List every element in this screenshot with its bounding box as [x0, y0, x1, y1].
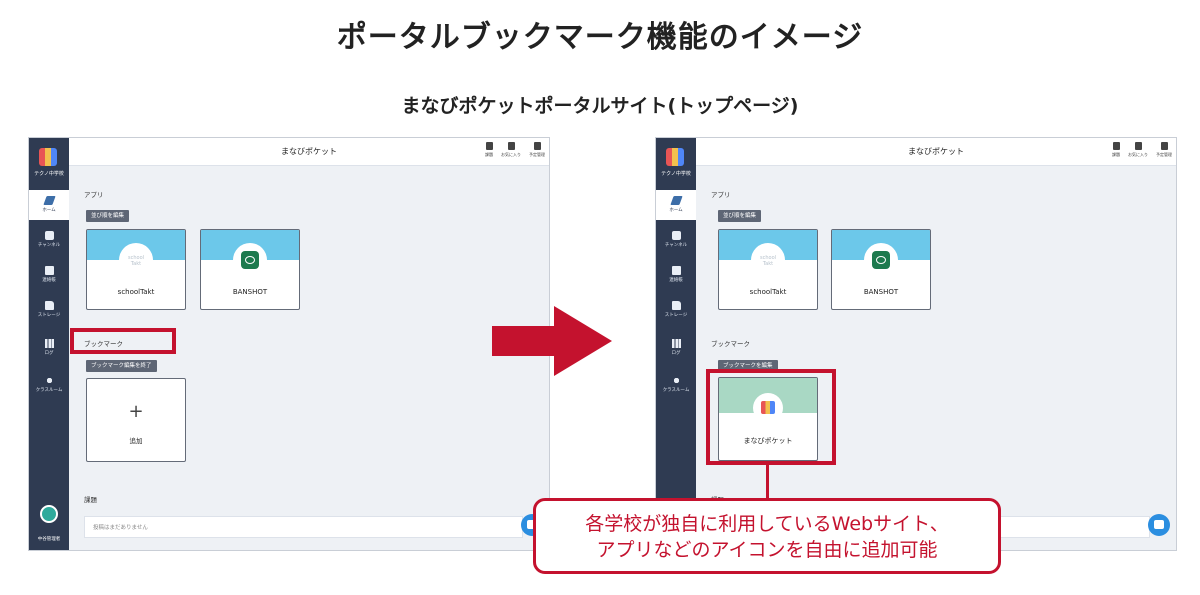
document-icon [44, 266, 54, 275]
app-card-schooltakt[interactable]: school Takt schoolTakt [718, 229, 818, 310]
folder-icon [671, 301, 681, 310]
sidebar-item-home[interactable]: ホーム [29, 190, 69, 220]
add-bookmark-button[interactable]: + 追加 [86, 378, 186, 462]
folder-icon [44, 301, 54, 310]
bookmark-icon [507, 142, 515, 150]
callout-line-2: アプリなどのアイコンを自由に追加可能 [596, 539, 938, 561]
school-logo-icon [666, 148, 684, 166]
sidebar-item-channel[interactable]: チャンネル [29, 225, 69, 255]
right-arrow-icon [492, 306, 612, 376]
favorites-button[interactable]: お気に入り [1128, 142, 1148, 158]
classroom-icon [44, 376, 54, 385]
bookmark-item-highlight-box [706, 369, 836, 465]
schooltakt-logo-icon: school Takt [127, 255, 145, 267]
plus-icon: + [128, 401, 144, 422]
sidebar-item-contact[interactable]: 連絡帳 [29, 260, 69, 290]
header-title: まなびポケット [908, 147, 964, 156]
sidebar-item-log[interactable]: ログ [656, 333, 696, 363]
header: まなびポケット 課題 お気に入り 予定管理 [696, 138, 1176, 166]
apps-heading: アプリ [84, 191, 104, 199]
portal-screen-after: テクノ中学校 ホーム チャンネル 連絡帳 ストレージ ログ クラスルーム まなび… [655, 137, 1177, 551]
tasks-empty-message: 投稿はまだありません [84, 516, 523, 538]
sidebar: テクノ中学校 ホーム チャンネル 連絡帳 ストレージ ログ クラスルーム 中谷管… [29, 138, 69, 550]
favorites-button[interactable]: お気に入り [501, 142, 521, 158]
classroom-icon [671, 376, 681, 385]
banshot-logo-icon [872, 251, 890, 269]
app-card-banshot[interactable]: BANSHOT [831, 229, 931, 310]
school-logo-icon [39, 148, 57, 166]
pencil-icon [42, 196, 56, 205]
school-name: テクノ中学校 [34, 171, 64, 177]
page-subtitle: まなびポケットポータルサイト(トップページ) [401, 95, 799, 117]
school-name: テクノ中学校 [661, 171, 691, 177]
document-icon [671, 266, 681, 275]
sidebar-item-classroom[interactable]: クラスルーム [656, 370, 696, 400]
tasks-icon [1112, 142, 1120, 150]
bookmark-highlight-box [70, 328, 176, 354]
chat-icon [44, 231, 54, 240]
schooltakt-logo-icon: school Takt [759, 255, 777, 267]
header: まなびポケット 課題 お気に入り 予定管理 [69, 138, 549, 166]
callout-connector [766, 465, 769, 501]
chat-icon [671, 231, 681, 240]
avatar [40, 505, 58, 523]
sidebar-item-home[interactable]: ホーム [656, 190, 696, 220]
app-card-schooltakt[interactable]: school Takt schoolTakt [86, 229, 186, 310]
callout-line-1: 各学校が独自に利用しているWebサイト、 [585, 513, 949, 535]
schedule-button[interactable]: 予定管理 [529, 142, 545, 158]
sidebar-item-storage[interactable]: ストレージ [29, 295, 69, 325]
tasks-button[interactable]: 課題 [485, 142, 493, 158]
header-title: まなびポケット [281, 147, 337, 156]
tasks-button[interactable]: 課題 [1112, 142, 1120, 158]
calendar-icon [1160, 142, 1168, 150]
app-card-banshot[interactable]: BANSHOT [200, 229, 300, 310]
tasks-icon [485, 142, 493, 150]
chat-fab-button[interactable] [1148, 514, 1170, 536]
callout-box: 各学校が独自に利用しているWebサイト、 アプリなどのアイコンを自由に追加可能 [533, 498, 1001, 574]
tasks-heading: 課題 [84, 496, 97, 504]
bookmark-heading: ブックマーク [711, 340, 750, 348]
reorder-apps-button[interactable]: 並び順を編集 [718, 210, 762, 222]
pencil-icon [669, 196, 683, 205]
schedule-button[interactable]: 予定管理 [1156, 142, 1172, 158]
banshot-logo-icon [241, 251, 259, 269]
bar-chart-icon [671, 339, 681, 348]
sidebar-item-log[interactable]: ログ [29, 333, 69, 363]
calendar-icon [533, 142, 541, 150]
reorder-apps-button[interactable]: 並び順を編集 [86, 210, 130, 222]
sidebar-item-channel[interactable]: チャンネル [656, 225, 696, 255]
sidebar: テクノ中学校 ホーム チャンネル 連絡帳 ストレージ ログ クラスルーム [656, 138, 696, 550]
sidebar-item-storage[interactable]: ストレージ [656, 295, 696, 325]
apps-heading: アプリ [711, 191, 731, 199]
sidebar-item-classroom[interactable]: クラスルーム [29, 370, 69, 400]
page-title: ポータルブックマーク機能のイメージ [336, 20, 864, 55]
sidebar-item-contact[interactable]: 連絡帳 [656, 260, 696, 290]
bookmark-icon [1134, 142, 1142, 150]
bar-chart-icon [44, 339, 54, 348]
finish-bookmark-edit-button[interactable]: ブックマーク編集を終了 [86, 360, 157, 372]
user-menu[interactable]: 中谷管理者 [29, 505, 69, 544]
